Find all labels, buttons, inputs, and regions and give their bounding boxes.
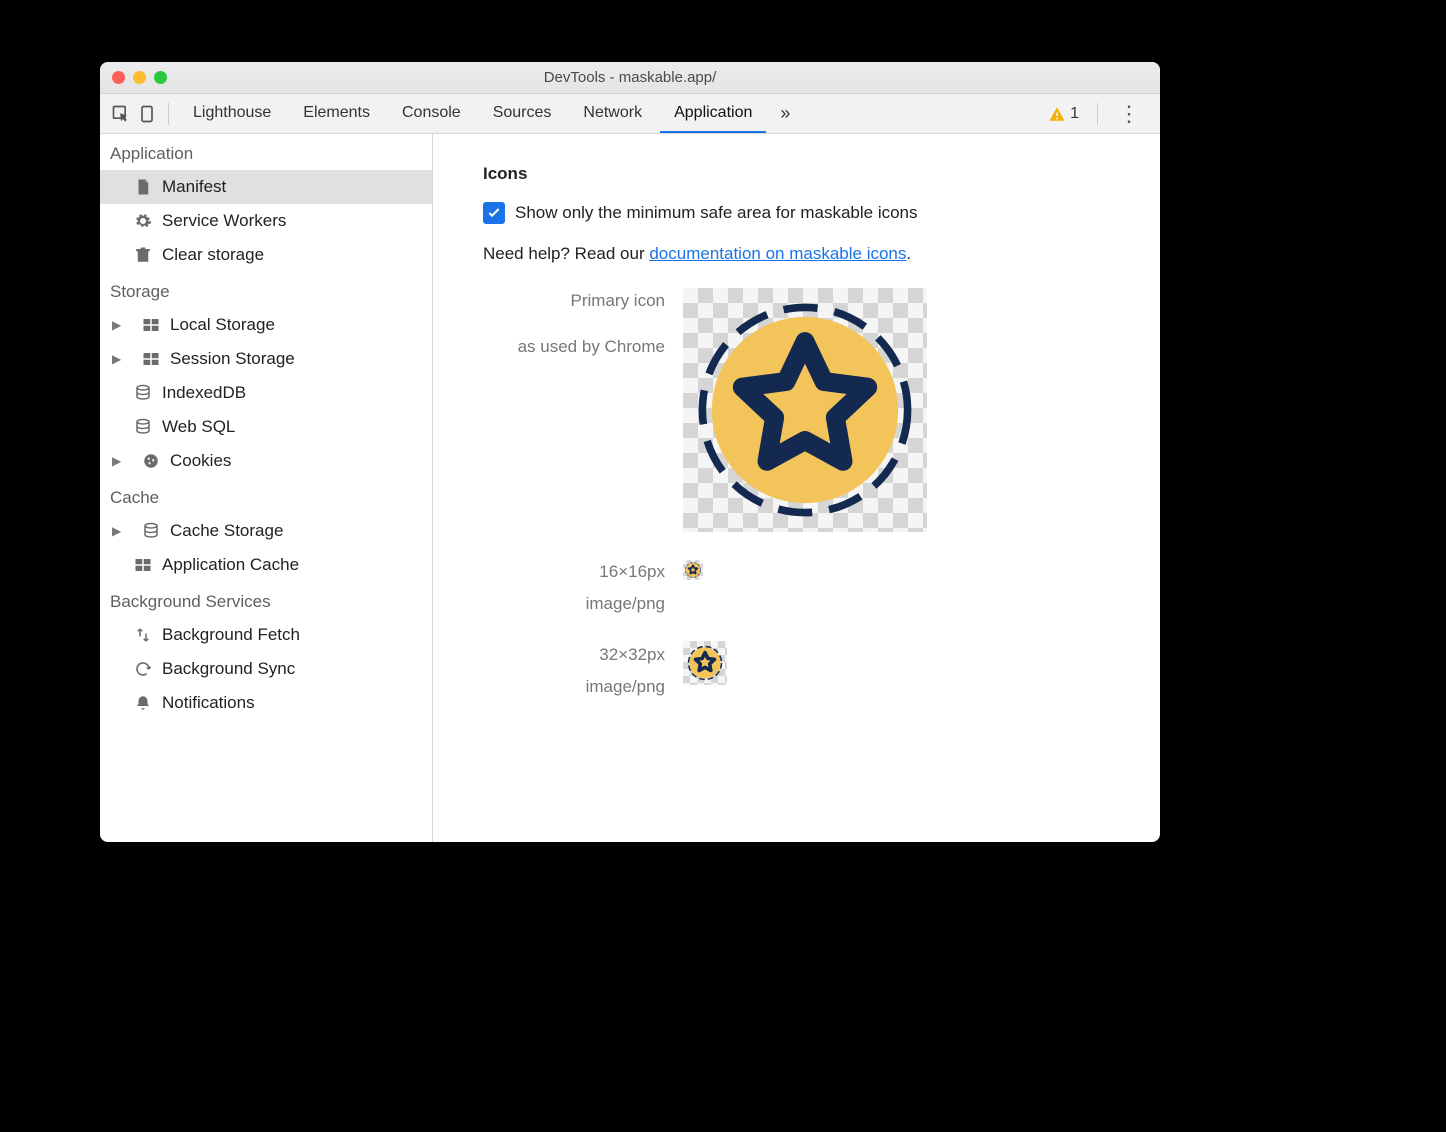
sidebar-item-bg-fetch[interactable]: Background Fetch: [100, 618, 432, 652]
chevron-right-icon: ▶: [112, 352, 124, 366]
sidebar-item-cache-storage[interactable]: ▶ Cache Storage: [100, 514, 432, 548]
sidebar-item-label: Session Storage: [170, 349, 295, 369]
sidebar-item-manifest[interactable]: Manifest: [100, 170, 432, 204]
sidebar-item-label: Clear storage: [162, 245, 264, 265]
primary-icon-preview: [683, 288, 927, 532]
maskable-icon: [687, 645, 723, 681]
safe-area-checkbox-row[interactable]: Show only the minimum safe area for mask…: [483, 202, 1110, 224]
chevron-right-icon: ▶: [112, 318, 124, 332]
sidebar-item-bg-sync[interactable]: Background Sync: [100, 652, 432, 686]
grid-icon: [134, 556, 152, 574]
sidebar-item-label: Notifications: [162, 693, 255, 713]
sidebar: Application Manifest Service Workers Cle…: [100, 134, 433, 842]
gear-icon: [134, 212, 152, 230]
section-storage: Storage: [100, 272, 432, 308]
fetch-icon: [134, 626, 152, 644]
maskable-icon: [691, 296, 919, 524]
sidebar-item-label: Local Storage: [170, 315, 275, 335]
section-bg-services: Background Services: [100, 582, 432, 618]
grid-icon: [142, 316, 160, 334]
cookie-icon: [142, 452, 160, 470]
sidebar-item-label: Background Fetch: [162, 625, 300, 645]
tab-network[interactable]: Network: [569, 95, 656, 133]
settings-menu-icon[interactable]: ⋮: [1108, 101, 1150, 127]
sidebar-item-local-storage[interactable]: ▶ Local Storage: [100, 308, 432, 342]
grid-icon: [142, 350, 160, 368]
icon-type: image/png: [483, 671, 665, 703]
icon-preview-32: [683, 641, 727, 685]
devtools-window: DevTools - maskable.app/ Lighthouse Elem…: [100, 62, 1160, 842]
icon-size: 32×32px: [483, 639, 665, 671]
titlebar: DevTools - maskable.app/: [100, 62, 1160, 94]
chevron-right-icon: ▶: [112, 524, 124, 538]
manifest-panel: Icons Show only the minimum safe area fo…: [433, 134, 1160, 842]
sidebar-item-label: Background Sync: [162, 659, 295, 679]
sidebar-item-label: Manifest: [162, 177, 226, 197]
section-application: Application: [100, 134, 432, 170]
sidebar-item-indexeddb[interactable]: IndexedDB: [100, 376, 432, 410]
bell-icon: [134, 694, 152, 712]
checkbox-label: Show only the minimum safe area for mask…: [515, 203, 918, 223]
separator: [1097, 103, 1098, 125]
warnings-button[interactable]: 1: [1040, 105, 1087, 123]
file-icon: [134, 178, 152, 196]
icon-size: 16×16px: [483, 556, 665, 588]
sidebar-item-label: Application Cache: [162, 555, 299, 575]
sync-icon: [134, 660, 152, 678]
sidebar-item-application-cache[interactable]: Application Cache: [100, 548, 432, 582]
sidebar-item-session-storage[interactable]: ▶ Session Storage: [100, 342, 432, 376]
sidebar-item-label: Web SQL: [162, 417, 235, 437]
primary-icon-label: Primary icon as used by Chrome: [483, 288, 683, 359]
sidebar-item-label: Service Workers: [162, 211, 286, 231]
device-toggle-icon[interactable]: [136, 103, 158, 125]
maskable-icon: [685, 562, 701, 578]
section-cache: Cache: [100, 478, 432, 514]
trash-icon: [134, 246, 152, 264]
separator: [168, 103, 169, 125]
tabs-overflow-icon[interactable]: »: [770, 103, 800, 124]
devtools-toolbar: Lighthouse Elements Console Sources Netw…: [100, 94, 1160, 134]
content-area: Application Manifest Service Workers Cle…: [100, 134, 1160, 842]
primary-icon-row: Primary icon as used by Chrome: [483, 288, 1110, 532]
tab-sources[interactable]: Sources: [479, 95, 566, 133]
icon-preview-16: [683, 560, 703, 580]
icon-row-32: 32×32px image/png: [483, 639, 1110, 704]
sidebar-item-notifications[interactable]: Notifications: [100, 686, 432, 720]
database-icon: [134, 384, 152, 402]
sidebar-item-websql[interactable]: Web SQL: [100, 410, 432, 444]
sidebar-item-label: IndexedDB: [162, 383, 246, 403]
sidebar-item-clear-storage[interactable]: Clear storage: [100, 238, 432, 272]
window-title: DevTools - maskable.app/: [100, 69, 1160, 86]
warning-count: 1: [1070, 105, 1079, 123]
warning-icon: [1048, 105, 1066, 123]
database-icon: [142, 522, 160, 540]
tab-application[interactable]: Application: [660, 95, 766, 133]
tab-console[interactable]: Console: [388, 95, 475, 133]
inspect-icon[interactable]: [110, 103, 132, 125]
sidebar-item-service-workers[interactable]: Service Workers: [100, 204, 432, 238]
tab-lighthouse[interactable]: Lighthouse: [179, 95, 285, 133]
checkbox-icon[interactable]: [483, 202, 505, 224]
section-heading: Icons: [483, 164, 1110, 184]
tab-elements[interactable]: Elements: [289, 95, 384, 133]
help-text: Need help? Read our documentation on mas…: [483, 244, 1110, 264]
sidebar-item-label: Cookies: [170, 451, 231, 471]
icon-type: image/png: [483, 588, 665, 620]
database-icon: [134, 418, 152, 436]
sidebar-item-cookies[interactable]: ▶ Cookies: [100, 444, 432, 478]
icon-row-16: 16×16px image/png: [483, 556, 1110, 621]
docs-link[interactable]: documentation on maskable icons: [649, 244, 906, 263]
sidebar-item-label: Cache Storage: [170, 521, 283, 541]
chevron-right-icon: ▶: [112, 454, 124, 468]
